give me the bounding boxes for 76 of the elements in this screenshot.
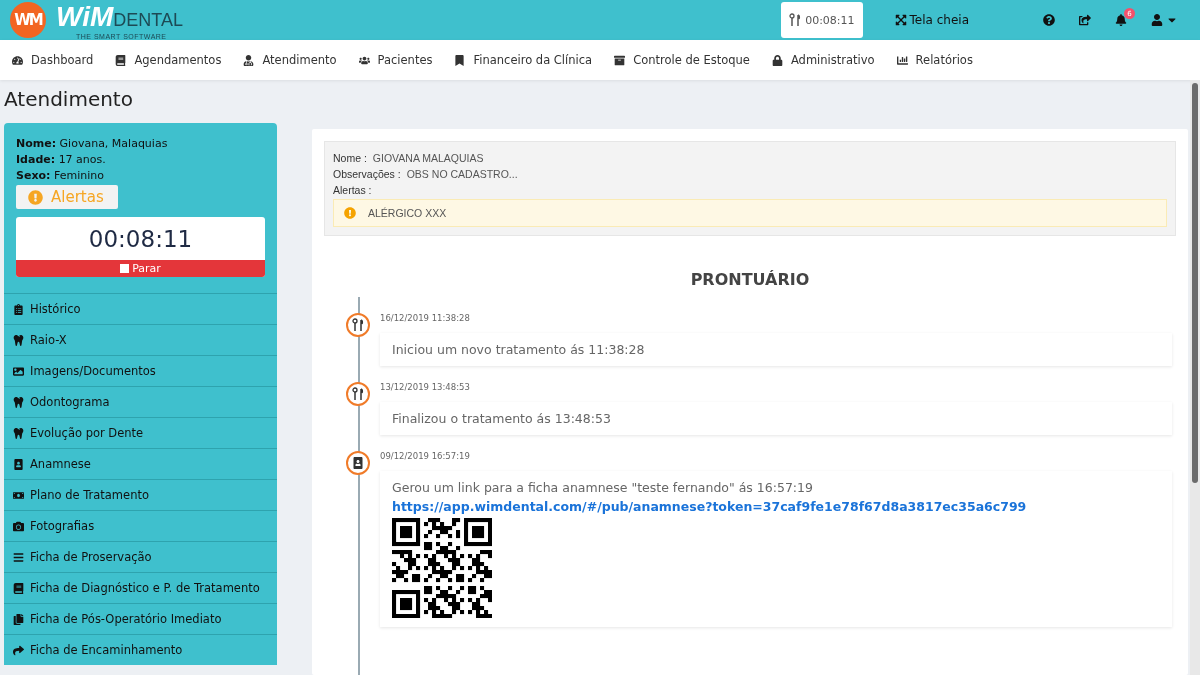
money-icon: [13, 489, 24, 501]
sidebar-item[interactable]: Plano de Tratamento: [4, 479, 277, 510]
entry-date: 09/12/2019 16:57:19: [380, 451, 471, 461]
sidebar-item[interactable]: Imagens/Documentos: [4, 355, 277, 386]
share-icon: [1079, 14, 1091, 26]
sidebar-item[interactable]: Evolução por Dente: [4, 417, 277, 448]
logo-text: WiM: [56, 0, 114, 33]
user-icon: [1151, 14, 1163, 26]
help-icon: [1043, 14, 1055, 26]
summary-field: Alertas :: [333, 182, 1167, 198]
tooth-icon: [13, 396, 24, 408]
portrait-icon: [13, 458, 24, 470]
entry-date: 16/12/2019 11:38:28: [380, 313, 471, 323]
nav-link[interactable]: Dashboard: [12, 53, 94, 67]
patient-info: Nome: Giovana, Malaquias: [16, 136, 169, 152]
dental-tools-icon: [346, 382, 370, 406]
alert-icon: [28, 189, 43, 205]
nav-link[interactable]: Pacientes: [358, 53, 433, 67]
sidebar-item[interactable]: Ficha de Diagnóstico e P. de Tratamento: [4, 572, 277, 603]
scrollbar[interactable]: [1190, 80, 1200, 675]
sidebar-item[interactable]: Ficha de Proservação: [4, 541, 277, 572]
book-icon: [115, 54, 127, 66]
bell-icon: [1115, 14, 1127, 26]
entry-text: Finalizou o tratamento ás 13:48:53: [392, 411, 612, 426]
sidebar-item[interactable]: Histórico: [4, 293, 277, 324]
nav-link[interactable]: Administrativo: [771, 53, 875, 67]
patient-info: Idade: 17 anos.: [16, 152, 107, 168]
bar-chart-icon: [896, 54, 908, 66]
logo-text: DENTAL: [113, 9, 183, 31]
entry-text: Iniciou um novo tratamento ás 11:38:28: [392, 342, 646, 357]
stop-button[interactable]: Parar: [16, 260, 265, 277]
expand-icon: [894, 14, 907, 26]
timer-chip[interactable]: 00:08:11: [781, 2, 863, 38]
summary-field: Observações : OBS NO CADASTRO...: [333, 166, 1167, 182]
patient-info: Sexo: Feminino: [16, 168, 105, 184]
menu-icon: [13, 551, 24, 563]
book-icon: [13, 582, 24, 594]
entry-date: 13/12/2019 13:48:53: [380, 382, 471, 392]
tooth-icon: [13, 334, 24, 346]
camera-icon: [13, 520, 24, 532]
lock-icon: [771, 54, 783, 66]
bookmark-icon: [454, 54, 466, 66]
dental-tools-icon: [346, 313, 370, 337]
anamnese-link[interactable]: https://app.wimdental.com/#/pub/anamnese?token=37caf9fe1e78f67d8a3817ec35a6c799: [392, 499, 1160, 514]
dental-tools-icon: [789, 13, 802, 27]
copy-icon: [13, 613, 24, 625]
fullscreen-button[interactable]: Tela cheia: [890, 9, 973, 31]
nav-link[interactable]: Controle de Estoque: [614, 53, 750, 67]
image-icon: [13, 365, 24, 377]
share-icon: [13, 644, 24, 656]
nav-link[interactable]: Atendimento: [243, 53, 337, 67]
archive-icon: [614, 54, 626, 66]
sidebar-item[interactable]: Anamnese: [4, 448, 277, 479]
stopwatch-time: 00:08:11: [87, 225, 194, 254]
record-title: PRONTUÁRIO: [689, 270, 811, 289]
doctor-icon: [243, 54, 255, 66]
tooth-icon: [13, 427, 24, 439]
sidebar-item[interactable]: Odontograma: [4, 386, 277, 417]
users-icon: [358, 54, 370, 66]
page-title: Atendimento: [3, 86, 134, 113]
summary-field: Nome : GIOVANA MALAQUIAS: [333, 150, 1167, 166]
clipboard-icon: [13, 303, 24, 315]
portrait-icon: [346, 451, 370, 475]
nav-link[interactable]: Relatórios: [896, 53, 973, 67]
alert-icon: [344, 207, 356, 219]
sidebar-item[interactable]: Ficha de Pós-Operatório Imediato: [4, 603, 277, 634]
sidebar-item[interactable]: Raio-X: [4, 324, 277, 355]
sidebar-item[interactable]: Ficha de Encaminhamento: [4, 634, 277, 665]
nav-link[interactable]: Agendamentos: [115, 53, 222, 67]
stop-icon: [120, 264, 130, 273]
entry-text: Gerou um link para a ficha anamnese "teste fernando" ás 16:57:19: [392, 480, 814, 495]
nav-link[interactable]: Financeiro da Clínica: [454, 53, 593, 67]
logo-mark: WM: [10, 2, 46, 38]
gauge-icon: [12, 54, 23, 66]
sidebar-item[interactable]: Fotografias: [4, 510, 277, 541]
alert-text: ALÉRGICO XXX: [368, 207, 447, 219]
